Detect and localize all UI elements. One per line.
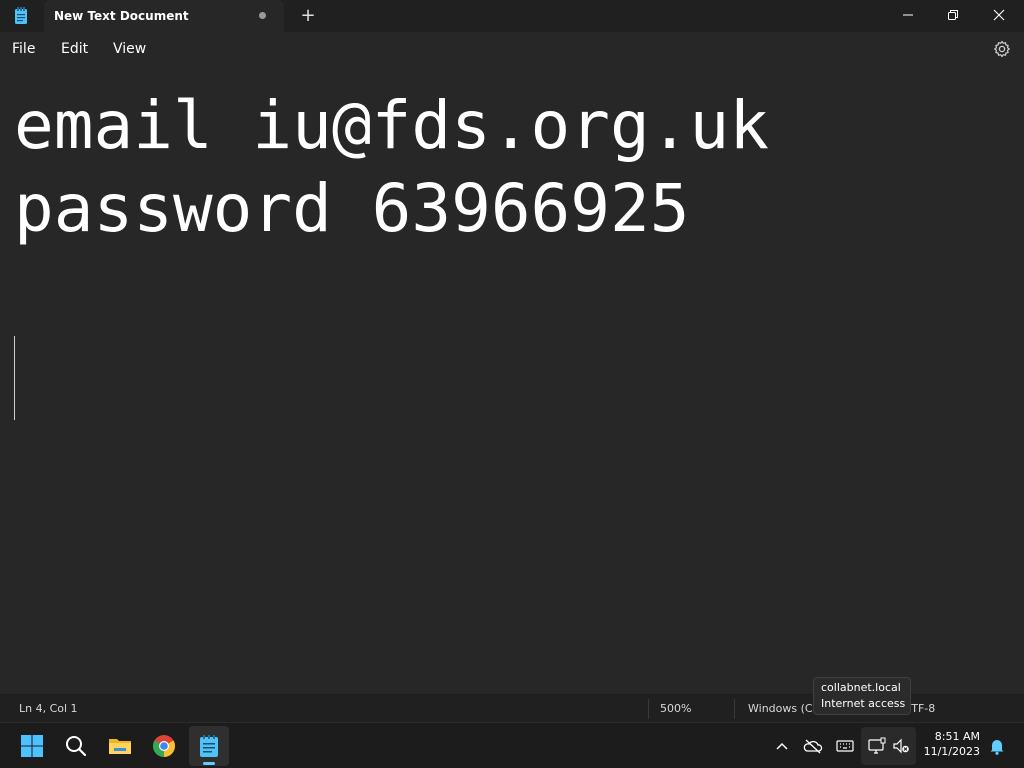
file-explorer-button[interactable] — [100, 726, 140, 766]
clock-date: 11/1/2023 — [923, 745, 980, 758]
tab-title: New Text Document — [54, 9, 189, 23]
settings-gear-icon[interactable] — [993, 40, 1011, 58]
menu-edit[interactable]: Edit — [61, 41, 88, 57]
minimize-button[interactable] — [885, 0, 931, 30]
search-icon — [66, 736, 87, 757]
tooltip-network-name: collabnet.local — [821, 681, 901, 694]
network-volume-group[interactable] — [861, 727, 916, 765]
minimize-icon — [903, 14, 913, 16]
document-tab[interactable]: New Text Document — [44, 0, 284, 32]
chrome-button[interactable] — [144, 726, 184, 766]
status-divider — [734, 699, 735, 719]
status-divider — [648, 699, 649, 719]
chevron-up-icon[interactable] — [772, 736, 792, 756]
onedrive-offline-icon[interactable] — [803, 736, 823, 756]
editor-line-2: password 63966925 — [14, 170, 690, 247]
restore-button[interactable] — [930, 0, 976, 30]
network-tooltip: collabnet.local Internet access — [813, 677, 911, 715]
line-ending[interactable]: Windows (C — [748, 702, 813, 715]
menu-file[interactable]: File — [12, 41, 35, 57]
close-button[interactable] — [976, 0, 1022, 30]
notepad-app-icon — [15, 7, 27, 24]
clock-time: 8:51 AM — [934, 730, 980, 743]
editor-line-1: email iu@fds.org.uk — [14, 87, 769, 164]
new-tab-button[interactable]: + — [296, 6, 320, 28]
search-button[interactable] — [56, 726, 96, 766]
menu-bar: File Edit View — [0, 32, 1024, 66]
restore-icon — [948, 10, 958, 20]
notification-bell-icon[interactable] — [987, 736, 1007, 756]
keyboard-icon[interactable] — [835, 736, 855, 756]
notepad-icon — [200, 735, 218, 757]
menu-view[interactable]: View — [113, 41, 146, 57]
network-icon — [868, 737, 886, 754]
start-button[interactable] — [12, 726, 52, 766]
notepad-taskbar-button[interactable] — [189, 726, 229, 766]
encoding[interactable]: JTF-8 — [908, 702, 935, 715]
tooltip-network-status: Internet access — [821, 697, 906, 710]
close-icon — [993, 9, 1005, 21]
unsaved-dot-icon[interactable] — [259, 12, 266, 19]
cursor-position: Ln 4, Col 1 — [19, 702, 78, 715]
text-editor[interactable]: email iu@fds.org.uk password 63966925 — [0, 66, 1024, 694]
taskbar: 8:51 AM 11/1/2023 — [0, 722, 1024, 768]
windows-logo-icon — [21, 735, 43, 757]
chrome-icon — [153, 735, 175, 757]
zoom-level[interactable]: 500% — [660, 702, 691, 715]
active-app-indicator — [203, 762, 215, 765]
clock[interactable]: 8:51 AM 11/1/2023 — [924, 729, 980, 759]
volume-muted-icon — [893, 738, 909, 754]
folder-icon — [109, 739, 131, 754]
title-bar: New Text Document + — [0, 0, 1024, 32]
text-caret — [14, 336, 15, 420]
